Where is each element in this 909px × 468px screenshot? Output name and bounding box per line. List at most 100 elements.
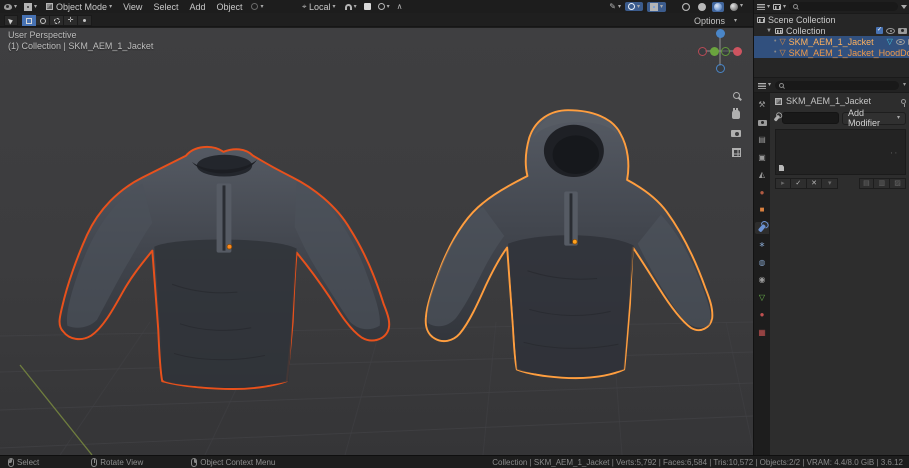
- tab-texture-icon[interactable]: ▦: [755, 327, 769, 339]
- tab-constraints-icon[interactable]: ◉: [755, 274, 769, 286]
- remove-x-button[interactable]: ✕: [807, 178, 823, 189]
- menu-select[interactable]: Select: [151, 2, 180, 12]
- viewport-canvas[interactable]: User Perspective (1) Collection | SKM_AE…: [0, 28, 753, 455]
- extra-button-3[interactable]: ▨: [890, 178, 906, 189]
- properties-panel: ▾ ⚒ ▤ ▣ ◭ ● ■ ∗ ◍ ◉ ▽ ● ▦: [754, 77, 909, 455]
- collection-icon: [775, 28, 783, 34]
- navigation-gizmo[interactable]: [697, 28, 743, 74]
- hide-eye-icon[interactable]: [886, 28, 895, 34]
- tab-world-icon[interactable]: ●: [755, 187, 769, 199]
- tab-modifiers-icon[interactable]: [755, 222, 769, 234]
- object-dot-icon: •: [774, 38, 776, 45]
- select-circle-tool-button[interactable]: [36, 15, 50, 26]
- tab-object-icon[interactable]: ■: [755, 204, 769, 216]
- shading-rendered-button[interactable]: [728, 2, 745, 12]
- pan-icon[interactable]: [732, 110, 740, 119]
- add-modifier-button[interactable]: Add Modifier: [842, 112, 906, 125]
- menu-object[interactable]: Object: [214, 2, 244, 12]
- menu-add[interactable]: Add: [187, 2, 207, 12]
- add-modifier-row: Add Modifier: [771, 109, 909, 127]
- outliner-display-mode-dropdown[interactable]: [757, 3, 770, 10]
- mode-label: Object Mode: [56, 2, 107, 12]
- outliner-search-input[interactable]: [789, 2, 898, 11]
- tool-settings-row: ✛ Options: [0, 13, 753, 27]
- tab-view-layer-icon[interactable]: ▣: [755, 152, 769, 164]
- gizmo-z-axis[interactable]: [716, 29, 725, 38]
- outliner-header: [754, 0, 909, 14]
- tool-settings-icon[interactable]: [251, 3, 263, 10]
- falloff-icon[interactable]: ∧: [397, 3, 403, 11]
- header-left-group: Object Mode View Select Add Object: [4, 0, 264, 13]
- view-perspective-label: User Perspective: [8, 30, 77, 40]
- gizmo-neg-y-axis[interactable]: [721, 47, 730, 56]
- snapping-dropdown[interactable]: [345, 4, 357, 10]
- gizmo-y-axis[interactable]: [710, 47, 719, 56]
- tab-tool-icon[interactable]: ⚒: [755, 99, 769, 111]
- object-visibility-dropdown[interactable]: ✎: [609, 3, 621, 11]
- menu-view[interactable]: View: [121, 2, 144, 12]
- transform-orientation-dropdown[interactable]: ⌖ Local: [300, 2, 338, 12]
- snap-toggle-button[interactable]: [364, 3, 371, 10]
- scene-collection-label: Scene Collection: [768, 15, 836, 25]
- render-visibility-icon[interactable]: [898, 28, 907, 34]
- tweak-tool-button[interactable]: [4, 15, 18, 26]
- tab-material-icon[interactable]: ●: [755, 309, 769, 321]
- show-overlays-toggle[interactable]: [647, 2, 666, 12]
- editor-type-icon[interactable]: [24, 3, 37, 11]
- header-right-group: ✎: [609, 0, 745, 13]
- sidebar: Scene Collection ▼ Collection ✓ • ▽ SKM_…: [753, 0, 909, 455]
- extra-button-1[interactable]: ▤: [859, 178, 875, 189]
- mode-dropdown[interactable]: Object Mode: [44, 2, 114, 12]
- tab-scene-icon[interactable]: ◭: [755, 169, 769, 181]
- apply-check-button[interactable]: ✓: [791, 178, 807, 189]
- gizmo-neg-x-axis[interactable]: [698, 47, 707, 56]
- tab-render-icon[interactable]: [755, 117, 769, 129]
- mesh-object-icon: ▽: [779, 38, 785, 46]
- blender-menu-icon[interactable]: [4, 4, 17, 10]
- gizmo-x-axis[interactable]: [733, 47, 742, 56]
- select-box-tool-button[interactable]: [22, 15, 36, 26]
- modifier-list-box[interactable]: ∙∙: [775, 129, 906, 175]
- tab-physics-icon[interactable]: ◍: [755, 257, 769, 269]
- shading-solid-button[interactable]: [696, 2, 708, 12]
- viewport-nav-buttons: [731, 92, 741, 157]
- filter-icon[interactable]: [901, 5, 907, 9]
- search-icon: [779, 83, 784, 88]
- properties-editor-type-icon[interactable]: [758, 82, 771, 89]
- camera-view-icon[interactable]: [731, 130, 741, 137]
- outliner-row-object-1[interactable]: • ▽ SKM_AEM_1_Jacket ▽: [754, 36, 909, 47]
- jacket-hood-up-model[interactable]: [423, 104, 718, 394]
- toggle-ortho-icon[interactable]: [732, 148, 741, 157]
- tab-particles-icon[interactable]: ∗: [755, 239, 769, 251]
- shading-material-preview-button[interactable]: [712, 2, 724, 12]
- proportional-editing-dropdown[interactable]: [378, 3, 390, 10]
- tab-object-data-icon[interactable]: ▽: [755, 292, 769, 304]
- shading-wireframe-button[interactable]: [680, 2, 692, 12]
- cursor-tool-button[interactable]: ✛: [64, 15, 78, 26]
- show-gizmo-toggle[interactable]: [625, 2, 643, 11]
- list-dropdown-button[interactable]: ▾: [822, 178, 838, 189]
- properties-search-input[interactable]: [775, 81, 899, 90]
- collection-checkbox[interactable]: ✓: [876, 27, 883, 34]
- viewport-context-label: (1) Collection | SKM_AEM_1_Jacket: [8, 41, 153, 51]
- hide-eye-icon[interactable]: [896, 39, 905, 45]
- outliner-row-object-2[interactable]: • ▽ SKM_AEM_1_Jacket_HoodDown: [754, 47, 909, 58]
- pin-icon[interactable]: [901, 99, 906, 104]
- tab-output-icon[interactable]: ▤: [755, 134, 769, 146]
- axis-icon: ⌖: [302, 3, 307, 11]
- select-lasso-tool-button[interactable]: [50, 15, 64, 26]
- jacket-hood-down-model[interactable]: [55, 136, 392, 393]
- extra-button-2[interactable]: ▥: [874, 178, 890, 189]
- disclosure-icon[interactable]: ▼: [766, 28, 772, 34]
- gizmo-neg-z-axis[interactable]: [716, 64, 725, 73]
- outliner-row-scene-collection[interactable]: Scene Collection: [754, 14, 909, 25]
- properties-options-caret[interactable]: ▾: [903, 82, 906, 88]
- move-tool-button[interactable]: [78, 15, 92, 26]
- zoom-icon[interactable]: [733, 92, 740, 99]
- list-option-button[interactable]: ▸: [775, 178, 791, 189]
- options-dropdown[interactable]: Options: [694, 14, 737, 27]
- outliner-row-collection[interactable]: ▼ Collection ✓: [754, 25, 909, 36]
- modifier-search-field[interactable]: [782, 112, 840, 124]
- outliner-panel: Scene Collection ▼ Collection ✓ • ▽ SKM_…: [754, 0, 909, 77]
- outliner-filter-collection-icon[interactable]: [773, 4, 786, 10]
